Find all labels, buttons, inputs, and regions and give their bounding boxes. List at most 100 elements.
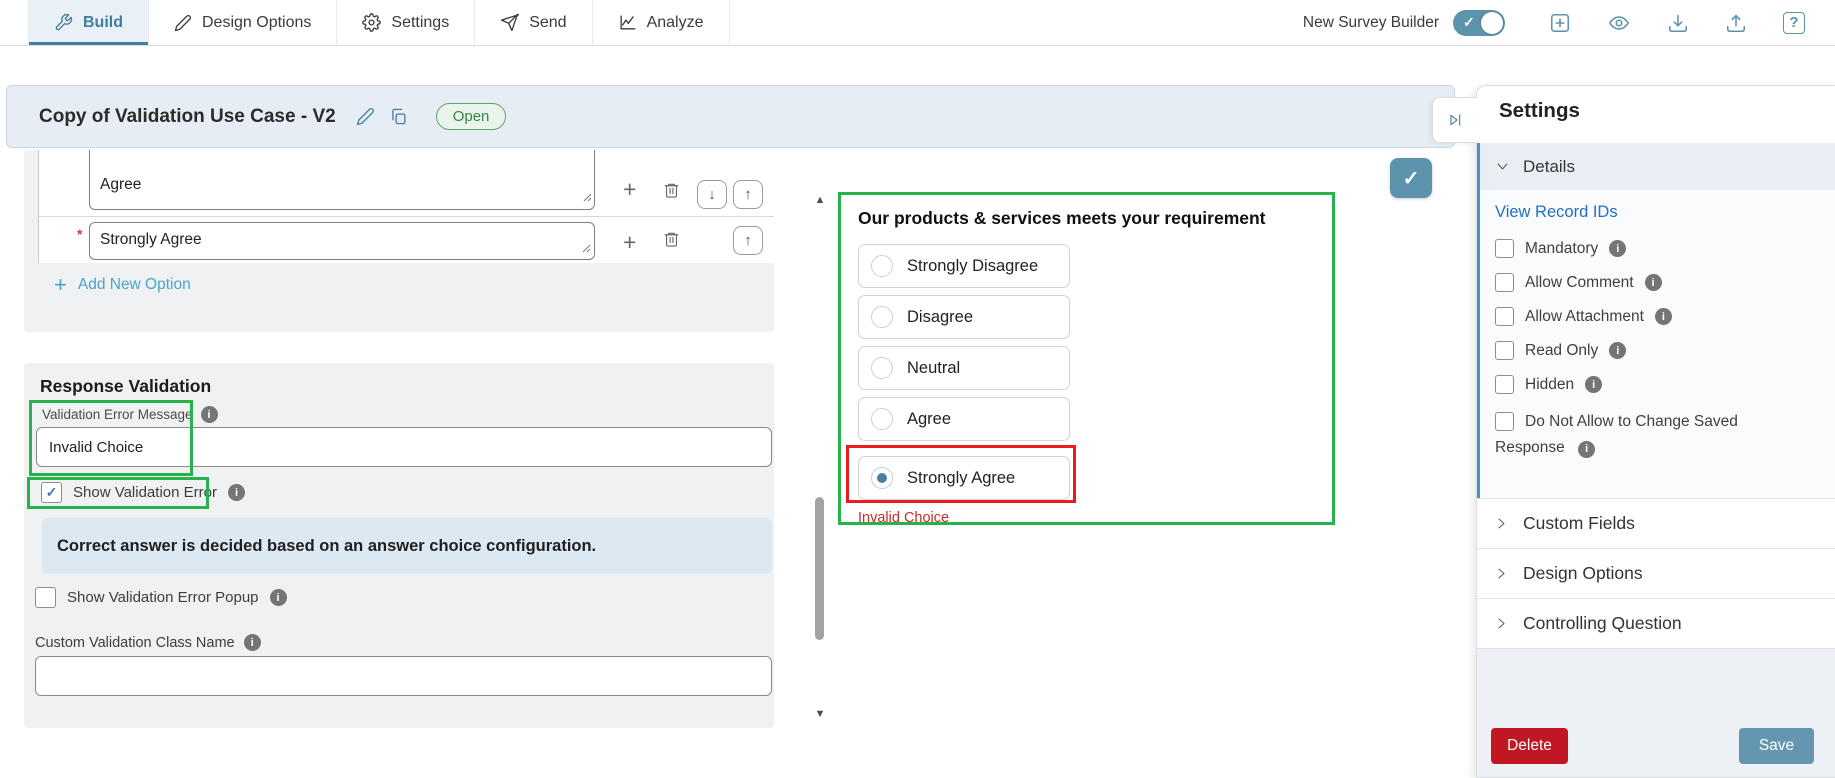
hidden-row: Hidden i bbox=[1495, 375, 1799, 394]
response-validation-section: Response Validation Validation Error Mes… bbox=[24, 363, 774, 728]
do-not-allow-change-label: Do Not Allow to Change Saved Response bbox=[1495, 413, 1738, 456]
info-icon[interactable]: i bbox=[200, 406, 218, 423]
save-button[interactable]: Save bbox=[1739, 728, 1814, 764]
tab-settings[interactable]: Settings bbox=[336, 0, 474, 45]
preview-option-disagree[interactable]: Disagree bbox=[858, 295, 1070, 339]
validation-error-message-label: Validation Error Message bbox=[42, 407, 193, 422]
settings-panel: Settings Details View Record IDs Mandato… bbox=[1476, 85, 1835, 778]
read-only-checkbox[interactable] bbox=[1495, 341, 1514, 360]
controlling-question-accordion[interactable]: Controlling Question bbox=[1477, 598, 1835, 648]
allow-comment-checkbox[interactable] bbox=[1495, 273, 1514, 292]
show-validation-error-popup-label: Show Validation Error Popup bbox=[67, 589, 259, 606]
details-section: Details View Record IDs Mandatory i Allo… bbox=[1477, 143, 1835, 498]
validation-error-message-input[interactable] bbox=[36, 427, 772, 467]
row-divider bbox=[39, 216, 774, 217]
hidden-checkbox[interactable] bbox=[1495, 375, 1514, 394]
help-icon[interactable]: ? bbox=[1783, 11, 1805, 34]
info-icon[interactable]: i bbox=[1654, 308, 1672, 325]
chevron-right-icon bbox=[1494, 516, 1509, 531]
info-icon[interactable]: i bbox=[1644, 274, 1662, 291]
option-label: Strongly Disagree bbox=[907, 256, 1039, 275]
do-not-allow-change-checkbox[interactable] bbox=[1495, 412, 1514, 432]
do-not-allow-change-row: Do Not Allow to Change Saved Response i bbox=[1495, 409, 1799, 461]
new-survey-builder-toggle[interactable]: ✓ bbox=[1453, 9, 1505, 36]
option-textarea-strongly-agree[interactable]: Strongly Agree bbox=[89, 222, 595, 260]
info-icon[interactable]: i bbox=[1578, 440, 1596, 458]
validation-info-banner: Correct answer is decided based on an an… bbox=[42, 518, 772, 574]
mandatory-checkbox[interactable] bbox=[1495, 239, 1514, 258]
custom-fields-accordion[interactable]: Custom Fields bbox=[1477, 498, 1835, 548]
confirm-question-button[interactable]: ✓ bbox=[1390, 158, 1432, 198]
custom-fields-label: Custom Fields bbox=[1523, 513, 1635, 533]
option-label: Neutral bbox=[907, 358, 961, 377]
tab-build[interactable]: Build bbox=[28, 0, 148, 45]
response-validation-heading: Response Validation bbox=[40, 376, 212, 396]
tab-label: Build bbox=[83, 13, 123, 31]
preview-option-strongly-disagree[interactable]: Strongly Disagree bbox=[858, 244, 1070, 288]
info-icon[interactable]: i bbox=[243, 634, 261, 651]
preview-option-neutral[interactable]: Neutral bbox=[858, 346, 1070, 390]
move-option-up-button[interactable]: ↑ bbox=[733, 226, 763, 255]
info-icon[interactable]: i bbox=[1585, 376, 1603, 393]
add-option-row-icon[interactable]: + bbox=[623, 178, 636, 201]
collapse-settings-panel-button[interactable] bbox=[1432, 97, 1477, 143]
pen-icon bbox=[174, 14, 192, 32]
radio-icon bbox=[871, 306, 893, 328]
collapse-panel-icon bbox=[1447, 112, 1463, 128]
scroll-up-icon[interactable]: ▲ bbox=[812, 194, 828, 206]
add-new-option-button[interactable]: + Add New Option bbox=[54, 274, 191, 296]
upload-icon[interactable] bbox=[1725, 12, 1747, 34]
settings-panel-footer: Delete Save bbox=[1477, 648, 1835, 777]
details-accordion-header[interactable]: Details bbox=[1480, 143, 1835, 190]
info-icon[interactable]: i bbox=[227, 484, 245, 501]
edit-title-pencil-icon[interactable] bbox=[356, 107, 375, 126]
radio-icon bbox=[871, 408, 893, 430]
tab-label: Design Options bbox=[202, 13, 312, 31]
move-option-up-button[interactable]: ↑ bbox=[733, 180, 763, 209]
info-icon[interactable]: i bbox=[1609, 342, 1627, 359]
add-option-row-icon[interactable]: + bbox=[623, 231, 636, 254]
validation-error-message-label-row: Validation Error Message i bbox=[42, 406, 218, 423]
preview-option-strongly-agree-selected[interactable]: Strongly Agree bbox=[858, 456, 1070, 500]
radio-icon bbox=[871, 255, 893, 277]
read-only-row: Read Only i bbox=[1495, 341, 1799, 360]
allow-attachment-row: Allow Attachment i bbox=[1495, 307, 1799, 326]
download-icon[interactable] bbox=[1667, 12, 1689, 34]
design-options-accordion[interactable]: Design Options bbox=[1477, 548, 1835, 598]
view-record-ids-link[interactable]: View Record IDs bbox=[1495, 203, 1618, 222]
tab-design-options[interactable]: Design Options bbox=[148, 0, 336, 45]
show-validation-error-popup-checkbox[interactable] bbox=[35, 587, 56, 608]
resize-handle-icon[interactable] bbox=[582, 240, 591, 258]
delete-option-icon[interactable] bbox=[663, 230, 680, 248]
copy-survey-icon[interactable] bbox=[389, 107, 408, 126]
show-validation-error-label: Show Validation Error bbox=[73, 484, 217, 501]
preview-option-agree[interactable]: Agree bbox=[858, 397, 1070, 441]
move-option-down-button[interactable]: ↓ bbox=[697, 180, 727, 209]
add-question-icon[interactable] bbox=[1549, 12, 1571, 34]
radio-icon bbox=[871, 357, 893, 379]
info-icon[interactable]: i bbox=[1609, 240, 1627, 257]
editor-scrollbar[interactable]: ▲ ▼ bbox=[812, 160, 828, 728]
question-preview: Our products & services meets your requi… bbox=[838, 192, 1335, 526]
info-icon[interactable]: i bbox=[269, 589, 287, 606]
chevron-right-icon bbox=[1494, 616, 1509, 631]
status-badge: Open bbox=[435, 103, 507, 130]
tab-label: Analyze bbox=[646, 13, 704, 31]
tab-send[interactable]: Send bbox=[474, 0, 591, 45]
scrollbar-thumb[interactable] bbox=[815, 497, 824, 640]
resize-handle-icon[interactable] bbox=[583, 189, 592, 207]
allow-attachment-checkbox[interactable] bbox=[1495, 307, 1514, 326]
delete-button[interactable]: Delete bbox=[1491, 728, 1568, 764]
delete-option-icon[interactable] bbox=[663, 181, 680, 199]
scroll-down-icon[interactable]: ▼ bbox=[812, 708, 828, 720]
hidden-label: Hidden bbox=[1525, 375, 1575, 393]
check-icon: ✓ bbox=[1463, 13, 1475, 30]
controlling-question-label: Controlling Question bbox=[1523, 613, 1682, 633]
option-textarea-agree[interactable]: Agree bbox=[89, 150, 595, 210]
show-validation-error-checkbox[interactable]: ✓ bbox=[41, 482, 62, 503]
arrow-up-icon: ↑ bbox=[744, 186, 752, 203]
preview-eye-icon[interactable] bbox=[1607, 12, 1631, 34]
custom-validation-class-input[interactable] bbox=[35, 656, 772, 696]
tab-analyze[interactable]: Analyze bbox=[591, 0, 730, 45]
option-label: Strongly Agree bbox=[907, 468, 1016, 487]
